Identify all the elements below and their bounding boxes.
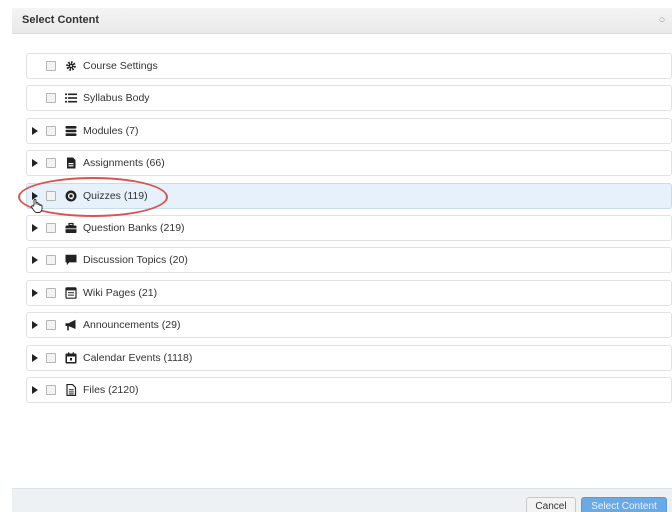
expand-arrow-icon[interactable]	[32, 126, 38, 135]
syllabus-body-checkbox[interactable]	[46, 93, 56, 104]
cancel-button[interactable]: Cancel	[526, 497, 576, 512]
modules-checkbox[interactable]	[46, 125, 56, 136]
question-banks-checkbox[interactable]	[46, 222, 56, 233]
list-item-label: Syllabus Body	[83, 92, 150, 105]
megaphone-icon	[65, 319, 77, 331]
list-item-course-settings: Course Settings	[26, 53, 672, 79]
list-item-label: Modules (7)	[83, 124, 139, 137]
list-item-assignments: Assignments (66)	[26, 150, 672, 177]
list-item-announcements: Announcements (29)	[26, 312, 672, 339]
list-item-label: Discussion Topics (20)	[83, 254, 188, 267]
course-settings-checkbox[interactable]	[46, 61, 56, 71]
list-icon	[65, 92, 77, 104]
content-list: Course Settings Syllabus Body Modules (7…	[26, 53, 672, 409]
briefcase-icon	[65, 222, 77, 234]
expand-arrow-icon[interactable]	[32, 256, 38, 265]
assignment-icon	[65, 157, 77, 169]
wiki-pages-checkbox[interactable]	[46, 287, 56, 298]
calendar-events-checkbox[interactable]	[46, 352, 56, 363]
list-item-modules: Modules (7)	[26, 117, 672, 144]
gear-icon	[65, 60, 77, 72]
files-checkbox[interactable]	[46, 384, 56, 395]
stack-icon	[65, 125, 77, 137]
list-item-files: Files (2120)	[26, 376, 672, 403]
hand-cursor-icon	[31, 199, 43, 213]
expand-arrow-icon[interactable]	[32, 159, 38, 168]
list-item-syllabus-body: Syllabus Body	[26, 85, 672, 112]
discussion-topics-checkbox[interactable]	[46, 255, 56, 266]
list-item-label: Announcements (29)	[83, 319, 181, 332]
dialog-title: Select Content	[22, 14, 100, 26]
expand-arrow-icon[interactable]	[32, 223, 38, 232]
list-item-label: Question Banks (219)	[83, 221, 185, 234]
page-icon	[65, 286, 77, 299]
expand-arrow-icon[interactable]	[32, 288, 38, 297]
list-item-discussion-topics: Discussion Topics (20)	[26, 247, 672, 274]
close-icon[interactable]: ○	[656, 14, 668, 26]
list-item-label: Assignments (66)	[83, 157, 165, 170]
list-item-question-banks: Question Banks (219)	[26, 214, 672, 241]
list-item-calendar-events: Calendar Events (1118)	[26, 344, 672, 371]
list-item-label: Course Settings	[83, 60, 158, 72]
expand-arrow-icon[interactable]	[32, 321, 38, 330]
list-item-label: Wiki Pages (21)	[83, 286, 158, 299]
assignments-checkbox[interactable]	[46, 158, 56, 169]
select-content-button[interactable]: Select Content	[581, 497, 667, 512]
announcements-checkbox[interactable]	[46, 320, 56, 331]
speech-bubble-icon	[65, 254, 77, 266]
expand-arrow-icon[interactable]	[32, 353, 38, 362]
file-icon	[65, 383, 77, 396]
expand-arrow-icon[interactable]	[32, 385, 38, 394]
list-item-label: Calendar Events (1118)	[83, 351, 193, 364]
dialog-header: Select Content ○	[12, 8, 672, 34]
list-item-label: Files (2120)	[83, 383, 139, 396]
calendar-icon	[65, 351, 77, 364]
select-content-dialog: Select Content ○ Course Settings Syllabu…	[12, 8, 672, 512]
list-item-wiki-pages: Wiki Pages (21)	[26, 279, 672, 306]
